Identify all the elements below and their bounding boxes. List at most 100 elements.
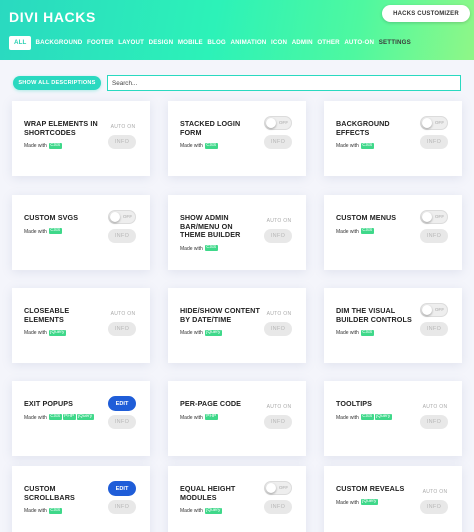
toggle-knob bbox=[422, 305, 432, 315]
nav-item-icon[interactable]: ICON bbox=[271, 36, 287, 50]
hack-title: PER-PAGE CODE bbox=[180, 399, 242, 408]
made-with-label: Made with bbox=[24, 414, 47, 421]
hack-title: EXIT POPUPS bbox=[24, 399, 74, 408]
made-with-label: Made with bbox=[180, 508, 203, 515]
toggle-off-label: OFF bbox=[434, 214, 444, 219]
nav-item-auto-on[interactable]: AUTO-ON bbox=[344, 36, 374, 50]
hack-title: CLOSEABLE ELEMENTS bbox=[24, 306, 70, 324]
hack-card-custom-reveals: CUSTOM REVEALS Made with jQuery AUTO ON INFO bbox=[324, 466, 462, 532]
nav-item-other[interactable]: OTHER bbox=[317, 36, 339, 50]
made-with-label: Made with bbox=[336, 228, 359, 235]
enable-toggle[interactable]: OFF bbox=[420, 116, 448, 130]
nav-item-footer[interactable]: FOOTER bbox=[87, 36, 114, 50]
info-button[interactable]: INFO bbox=[108, 415, 136, 429]
tech-tag-css: CSS bbox=[48, 228, 62, 235]
toggle-off-label: OFF bbox=[278, 485, 288, 490]
hack-title: WRAP ELEMENTS IN SHORTCODES bbox=[24, 119, 98, 137]
made-with-label: Made with bbox=[336, 143, 359, 150]
toggle-off-label: OFF bbox=[278, 120, 288, 125]
auto-on-label: AUTO ON bbox=[266, 404, 292, 410]
hack-card-stacked-login-form: STACKED LOGIN FORM Made with CSS OFF INFO bbox=[168, 101, 306, 176]
made-with-row: Made with jQuery bbox=[336, 499, 416, 507]
nav-item-admin[interactable]: ADMIN bbox=[292, 36, 313, 50]
tech-tag-css: CSS bbox=[360, 228, 374, 235]
made-with-label: Made with bbox=[336, 414, 359, 421]
toggle-knob bbox=[110, 212, 120, 222]
info-button[interactable]: INFO bbox=[264, 135, 292, 149]
info-button[interactable]: INFO bbox=[420, 229, 448, 243]
category-nav: ALL BACKGROUND FOOTER LAYOUT DESIGN MOBILE BLO… bbox=[9, 36, 474, 50]
nav-item-design[interactable]: DESIGN bbox=[149, 36, 174, 50]
nav-item-layout[interactable]: LAYOUT bbox=[118, 36, 144, 50]
hack-title: STACKED LOGIN FORM bbox=[180, 119, 241, 137]
info-button[interactable]: INFO bbox=[108, 229, 136, 243]
hack-card-closeable-elements: CLOSEABLE ELEMENTS Made with jQuery AUTO ON… bbox=[12, 288, 150, 363]
made-with-row: Made with CSS bbox=[180, 142, 260, 150]
enable-toggle[interactable]: OFF bbox=[264, 116, 292, 130]
made-with-label: Made with bbox=[336, 330, 359, 337]
info-button[interactable]: INFO bbox=[264, 500, 292, 514]
hack-card-wrap-elements-in-shortcodes: WRAP ELEMENTS IN SHORTCODES Made with CSS A… bbox=[12, 101, 150, 176]
hack-card-per-page-code: PER-PAGE CODE Made with PHP AUTO ON INFO bbox=[168, 381, 306, 456]
info-button[interactable]: INFO bbox=[108, 135, 136, 149]
made-with-row: Made with jQuery bbox=[180, 507, 260, 515]
made-with-row: Made with CSS jQuery bbox=[336, 414, 416, 422]
nav-item-background[interactable]: BACKGROUND bbox=[35, 36, 82, 50]
tech-tag-css: CSS bbox=[360, 329, 374, 336]
edit-button[interactable]: EDIT bbox=[108, 481, 136, 496]
toggle-off-label: OFF bbox=[434, 120, 444, 125]
hack-title: SHOW ADMIN BAR/MENU ON THEME BUILDER bbox=[180, 213, 241, 240]
made-with-label: Made with bbox=[180, 143, 203, 150]
show-all-descriptions-button[interactable]: SHOW ALL DESCRIPTIONS bbox=[13, 76, 101, 90]
search-input[interactable] bbox=[107, 75, 461, 91]
hacks-customizer-button[interactable]: HACKS CUSTOMIZER bbox=[382, 5, 470, 22]
enable-toggle[interactable]: OFF bbox=[108, 210, 136, 224]
tech-tag-css: CSS bbox=[48, 414, 62, 421]
tech-tag-jquery: jQuery bbox=[360, 499, 378, 506]
nav-item-blog[interactable]: BLOG bbox=[207, 36, 225, 50]
toggle-knob bbox=[266, 118, 276, 128]
tech-tag-jquery: jQuery bbox=[204, 329, 222, 336]
hack-card-hide-show-content-by-date-time: HIDE/SHOW CONTENT BY DATE/TIME Made with j… bbox=[168, 288, 306, 363]
info-button[interactable]: INFO bbox=[108, 500, 136, 514]
nav-item-mobile[interactable]: MOBILE bbox=[178, 36, 203, 50]
hack-card-custom-svgs: CUSTOM SVGS Made with CSS OFF INFO bbox=[12, 195, 150, 270]
info-button[interactable]: INFO bbox=[264, 229, 292, 243]
made-with-row: Made with CSS bbox=[180, 245, 260, 253]
hack-title: CUSTOM SCROLLBARS bbox=[24, 484, 75, 502]
nav-item-settings[interactable]: SETTINGS bbox=[379, 36, 411, 50]
made-with-label: Made with bbox=[24, 143, 47, 150]
nav-item-all[interactable]: ALL bbox=[9, 36, 32, 50]
edit-button[interactable]: EDIT bbox=[108, 396, 136, 411]
info-button[interactable]: INFO bbox=[420, 322, 448, 336]
made-with-row: Made with PHP bbox=[180, 414, 260, 422]
info-button[interactable]: INFO bbox=[420, 415, 448, 429]
enable-toggle[interactable]: OFF bbox=[264, 481, 292, 495]
hack-title: CUSTOM MENUS bbox=[336, 213, 397, 222]
hack-card-exit-popups: EXIT POPUPS Made with CSS PHP jQuery EDIT INFO bbox=[12, 381, 150, 456]
hack-title: DIM THE VISUAL BUILDER CONTROLS bbox=[336, 306, 412, 324]
made-with-row: Made with jQuery bbox=[24, 329, 104, 337]
app-title: DIVI HACKS bbox=[9, 9, 96, 25]
made-with-row: Made with CSS PHP jQuery bbox=[24, 414, 104, 422]
toggle-knob bbox=[422, 212, 432, 222]
made-with-label: Made with bbox=[180, 414, 203, 421]
tech-tag-css: CSS bbox=[204, 245, 218, 252]
made-with-label: Made with bbox=[24, 508, 47, 515]
hack-card-tooltips: TOOLTIPS Made with CSS jQuery AUTO ON INFO bbox=[324, 381, 462, 456]
made-with-row: Made with CSS bbox=[336, 329, 416, 337]
enable-toggle[interactable]: OFF bbox=[420, 303, 448, 317]
info-button[interactable]: INFO bbox=[420, 135, 448, 149]
info-button[interactable]: INFO bbox=[264, 322, 292, 336]
toggle-off-label: OFF bbox=[122, 214, 132, 219]
hack-title: EQUAL HEIGHT MODULES bbox=[180, 484, 236, 502]
enable-toggle[interactable]: OFF bbox=[420, 210, 448, 224]
info-button[interactable]: INFO bbox=[420, 500, 448, 514]
info-button[interactable]: INFO bbox=[264, 415, 292, 429]
made-with-row: Made with CSS bbox=[24, 228, 104, 236]
nav-item-animation[interactable]: ANIMATION bbox=[230, 36, 266, 50]
header-bar: DIVI HACKS HACKS CUSTOMIZER ALL BACKGROUN… bbox=[0, 0, 474, 60]
info-button[interactable]: INFO bbox=[108, 322, 136, 336]
tech-tag-jquery: jQuery bbox=[76, 414, 94, 421]
hack-card-equal-height-modules: EQUAL HEIGHT MODULES Made with jQuery OFF IN… bbox=[168, 466, 306, 532]
